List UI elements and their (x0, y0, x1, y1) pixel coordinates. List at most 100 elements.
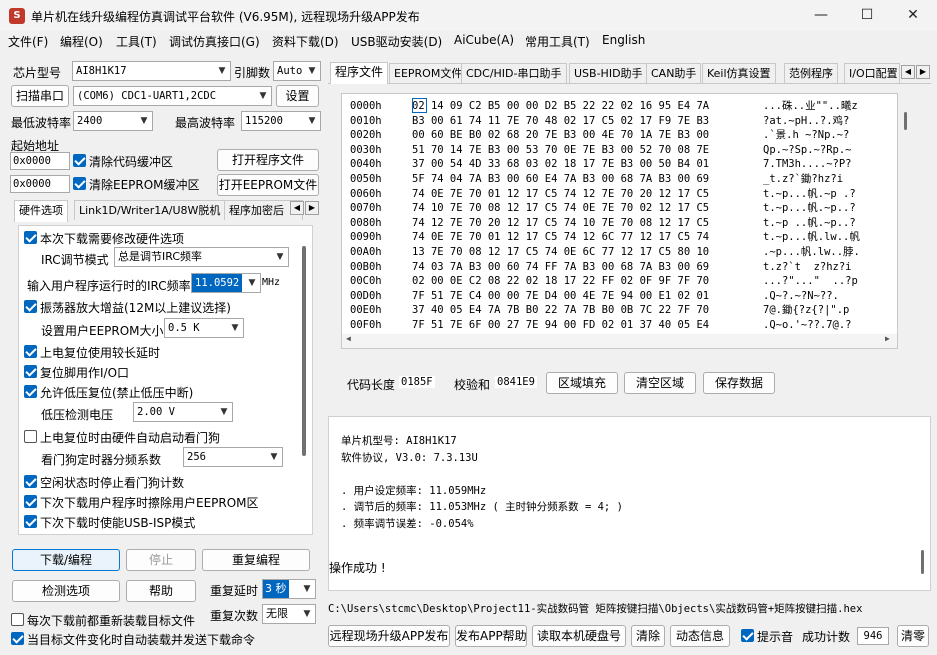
hex-row-bytes[interactable]: 5F 74 04 7A B3 00 60 E4 7A B3 00 68 7A B… (412, 171, 709, 187)
tab-cdc-hid-serial[interactable]: CDC/HID-串口助手 (461, 63, 567, 83)
tab-program-file[interactable]: 程序文件 (330, 62, 389, 84)
menu-english[interactable]: English (602, 33, 645, 47)
hex-editor[interactable]: 0000h 02 14 09 C2 B5 00 00 D2 B5 22 22 02… (341, 93, 907, 349)
hex-row-bytes[interactable]: 74 10 7E 70 08 12 17 C5 74 0E 7E 70 02 1… (412, 200, 709, 216)
auto-wdt-checkbox[interactable] (24, 430, 37, 443)
settings-button[interactable]: 设置 (276, 85, 319, 107)
erase-eeprom-checkbox[interactable] (24, 495, 37, 508)
max-baud-select[interactable]: 115200 ▼ (241, 111, 321, 131)
tab-scroll-left-icon[interactable]: ◀ (290, 201, 304, 215)
tab-scroll-left-icon[interactable]: ◀ (901, 65, 915, 79)
hex-row-bytes[interactable]: 02 14 09 C2 B5 00 00 D2 B5 22 22 02 16 9… (412, 98, 709, 114)
scan-port-button[interactable]: 扫描串口 (11, 85, 69, 107)
hex-row-bytes[interactable]: 74 12 7E 70 20 12 17 C5 74 10 7E 70 08 1… (412, 215, 709, 231)
clear-area-button[interactable]: 清空区域 (624, 372, 696, 394)
download-program-button[interactable]: 下载/编程 (12, 549, 120, 571)
tab-offline-writer[interactable]: Link1D/Writer1A/U8W脱机 (74, 200, 226, 220)
beep-checkbox[interactable] (741, 629, 754, 642)
tab-can[interactable]: CAN助手 (646, 63, 702, 83)
clear-code-checkbox[interactable] (73, 154, 86, 167)
menu-debug[interactable]: 调试仿真接口(G) (169, 33, 260, 50)
reset-io-checkbox[interactable] (24, 365, 37, 378)
hex-row-ascii: .Q~o.'~??.7@.? (763, 319, 852, 331)
repeat-count-select[interactable]: 无限 ▼ (262, 604, 316, 624)
tab-scroll-right-icon[interactable]: ▶ (305, 201, 319, 215)
hex-row-bytes[interactable]: 7F 51 7E C4 00 00 7E D4 00 4E 7E 94 00 E… (412, 288, 709, 304)
reset-delay-checkbox[interactable] (24, 345, 37, 358)
minimize-icon[interactable]: — (798, 0, 844, 31)
code-start-address-input[interactable]: 0x0000 (10, 152, 70, 170)
idle-wdt-checkbox[interactable] (24, 475, 37, 488)
tab-hardware-options[interactable]: 硬件选项 (14, 200, 68, 222)
menu-usb-driver[interactable]: USB驱动安装(D) (351, 33, 442, 50)
open-program-file-button[interactable]: 打开程序文件 (217, 149, 319, 171)
maximize-icon[interactable]: ☐ (844, 0, 890, 31)
tab-eeprom-file[interactable]: EEPROM文件 (389, 63, 468, 83)
hex-row-bytes[interactable]: B3 00 61 74 11 7E 70 48 02 17 C5 02 17 F… (412, 113, 709, 129)
publish-app-button[interactable]: 远程现场升级APP发布 (328, 625, 450, 647)
scroll-right-icon[interactable]: ▶ (885, 334, 890, 343)
help-button[interactable]: 帮助 (126, 580, 196, 602)
repeat-delay-select[interactable]: 3 秒 ▼ (262, 579, 316, 599)
menu-downloads[interactable]: 资料下载(D) (272, 33, 339, 50)
tab-keil-settings[interactable]: Keil仿真设置 (702, 63, 776, 83)
lv-detect-select[interactable]: 2.00 V ▼ (133, 402, 233, 422)
scroll-left-icon[interactable]: ◀ (346, 334, 351, 343)
menu-bar: 文件(F) 编程(O) 工具(T) 调试仿真接口(G) 资料下载(D) USB驱… (0, 31, 937, 53)
hex-row-bytes[interactable]: 37 00 54 4D 33 68 03 02 18 17 7E B3 00 5… (412, 156, 709, 172)
min-baud-select[interactable]: 2400 ▼ (73, 111, 153, 131)
reset-delay-label: 上电复位使用较长延时 (40, 346, 161, 360)
hex-row-bytes[interactable]: 37 40 05 E4 7A 7B B0 22 7A 7B B0 0B 7C 2… (412, 302, 709, 318)
tab-io-config[interactable]: I/O口配置 (844, 63, 900, 83)
hex-row-bytes[interactable]: 74 0E 7E 70 01 12 17 C5 74 12 7E 70 20 1… (412, 186, 709, 202)
hex-row-bytes[interactable]: 74 03 7A B3 00 60 74 FF 7A B3 00 68 7A B… (412, 259, 709, 275)
read-disk-id-button[interactable]: 读取本机硬盘号 (532, 625, 626, 647)
irc-mode-select[interactable]: 总是调节IRC频率 ▼ (114, 247, 289, 267)
modify-hw-options-checkbox[interactable] (24, 231, 37, 244)
clear-log-button[interactable]: 清除 (631, 625, 665, 647)
eeprom-size-select[interactable]: 0.5 K ▼ (164, 318, 244, 338)
hex-row-bytes[interactable]: 13 7E 70 08 12 17 C5 74 0E 6C 77 12 17 C… (412, 244, 709, 260)
menu-aicube[interactable]: AiCube(A) (454, 33, 514, 47)
reload-before-download-checkbox[interactable] (11, 613, 24, 626)
eeprom-start-address-input[interactable]: 0x0000 (10, 175, 70, 193)
info-scrollbar[interactable] (921, 550, 924, 574)
publish-app-help-button[interactable]: 发布APP帮助 (455, 625, 527, 647)
hex-row-bytes[interactable]: 7F 51 7E 6F 00 27 7E 94 00 FD 02 01 37 4… (412, 317, 709, 333)
open-eeprom-file-button[interactable]: 打开EEPROM文件 (217, 174, 319, 196)
tab-usb-hid[interactable]: USB-HID助手 (569, 63, 648, 83)
auto-load-checkbox[interactable] (11, 632, 24, 645)
reprogram-button[interactable]: 重复编程 (202, 549, 310, 571)
hex-row-bytes[interactable]: 74 0E 7E 70 01 12 17 C5 74 12 6C 77 12 1… (412, 229, 709, 245)
hex-scrollbar[interactable] (904, 112, 907, 130)
menu-common-tools[interactable]: 常用工具(T) (525, 33, 590, 50)
reset-count-button[interactable]: 清零 (897, 625, 929, 647)
clear-eeprom-checkbox[interactable] (73, 177, 86, 190)
close-icon[interactable]: ✕ (890, 0, 936, 31)
hex-row-bytes[interactable]: 02 00 0E C2 08 22 02 18 17 22 FF 02 0F 9… (412, 273, 709, 289)
menu-tools[interactable]: 工具(T) (116, 33, 157, 50)
hex-row-bytes[interactable]: 00 60 BE B0 02 68 20 7E B3 00 4E 70 1A 7… (412, 127, 709, 143)
wdt-div-select[interactable]: 256 ▼ (183, 447, 283, 467)
hex-hscroll[interactable]: ◀ ▶ (342, 334, 897, 348)
pins-select[interactable]: Auto ▼ (273, 61, 321, 81)
save-data-button[interactable]: 保存数据 (703, 372, 775, 394)
hex-row-bytes[interactable]: 51 70 14 7E B3 00 53 70 0E 7E B3 00 52 7… (412, 142, 709, 158)
hw-options-scrollbar[interactable] (302, 246, 306, 456)
fill-area-button[interactable]: 区域填充 (546, 372, 618, 394)
tab-scroll-right-icon[interactable]: ▶ (916, 65, 930, 79)
usb-isp-checkbox[interactable] (24, 515, 37, 528)
dynamic-info-button[interactable]: 动态信息 (670, 625, 730, 647)
menu-file[interactable]: 文件(F) (8, 33, 48, 50)
hex-row-ascii: .~p...帆.lw..脖. (763, 246, 860, 258)
low-voltage-reset-checkbox[interactable] (24, 385, 37, 398)
com-port-select[interactable]: (COM6) CDC1-UART1,2CDC ▼ (73, 86, 272, 106)
chip-select[interactable]: AI8H1K17 ▼ (72, 61, 231, 81)
irc-freq-select[interactable]: 11.0592 ▼ (191, 273, 261, 293)
check-options-button[interactable]: 检测选项 (12, 580, 120, 602)
menu-program[interactable]: 编程(O) (60, 33, 103, 50)
osc-gain-checkbox[interactable] (24, 300, 37, 313)
tab-examples[interactable]: 范例程序 (784, 63, 838, 83)
stop-button[interactable]: 停止 (126, 549, 196, 571)
hex-row-ascii: ?at.~pH..?.鸡? (763, 114, 850, 127)
